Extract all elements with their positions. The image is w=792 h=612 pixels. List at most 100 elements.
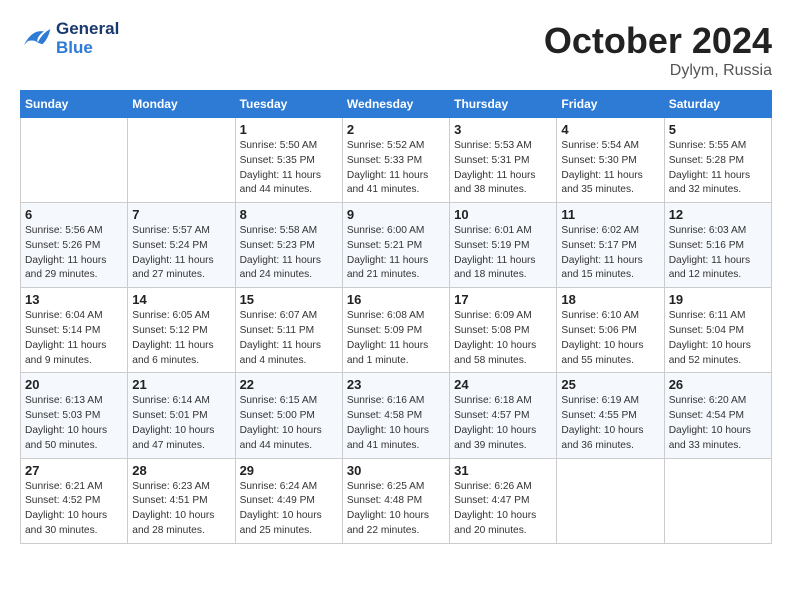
day-info: Sunrise: 6:16 AM Sunset: 4:58 PM Dayligh… [347,394,445,453]
day-info: Sunrise: 6:18 AM Sunset: 4:57 PM Dayligh… [454,394,552,453]
calendar-cell: 30 Sunrise: 6:25 AM Sunset: 4:48 PM Dayli… [342,458,449,543]
weekday-header: Saturday [664,91,771,118]
calendar-cell: 18 Sunrise: 6:10 AM Sunset: 5:06 PM Dayli… [557,288,664,373]
day-info: Sunrise: 6:21 AM Sunset: 4:52 PM Dayligh… [25,480,123,539]
calendar-cell: 13 Sunrise: 6:04 AM Sunset: 5:14 PM Dayli… [21,288,128,373]
day-number: 1 [240,122,338,137]
calendar-cell: 5Sunrise: 5:55 AM Sunset: 5:28 PM Daylig… [664,118,771,203]
weekday-header: Sunday [21,91,128,118]
day-info: Sunrise: 6:24 AM Sunset: 4:49 PM Dayligh… [240,480,338,539]
day-number: 9 [347,207,445,222]
day-info: Sunrise: 5:57 AM Sunset: 5:24 PM Dayligh… [132,224,230,283]
calendar-cell [664,458,771,543]
day-number: 23 [347,377,445,392]
day-info: Sunrise: 6:26 AM Sunset: 4:47 PM Dayligh… [454,480,552,539]
logo-text: General Blue [56,20,119,57]
day-number: 27 [25,463,123,478]
calendar-cell: 20 Sunrise: 6:13 AM Sunset: 5:03 PM Dayli… [21,373,128,458]
day-number: 21 [132,377,230,392]
day-info: Sunrise: 6:14 AM Sunset: 5:01 PM Dayligh… [132,394,230,453]
location-title: Dylym, Russia [544,62,772,80]
day-number: 20 [25,377,123,392]
logo-icon [20,25,52,53]
day-info: Sunrise: 5:50 AM Sunset: 5:35 PM Dayligh… [240,139,338,198]
day-info: Sunrise: 5:52 AM Sunset: 5:33 PM Dayligh… [347,139,445,198]
calendar-cell: 29Sunrise: 6:24 AM Sunset: 4:49 PM Dayli… [235,458,342,543]
day-number: 30 [347,463,445,478]
calendar-cell: 14 Sunrise: 6:05 AM Sunset: 5:12 PM Dayli… [128,288,235,373]
calendar-cell: 2 Sunrise: 5:52 AM Sunset: 5:33 PM Daylig… [342,118,449,203]
calendar-week-row: 27 Sunrise: 6:21 AM Sunset: 4:52 PM Dayli… [21,458,772,543]
calendar-cell: 15Sunrise: 6:07 AM Sunset: 5:11 PM Dayli… [235,288,342,373]
logo: General Blue [20,20,119,57]
calendar-cell: 23 Sunrise: 6:16 AM Sunset: 4:58 PM Dayli… [342,373,449,458]
calendar-cell: 24 Sunrise: 6:18 AM Sunset: 4:57 PM Dayli… [450,373,557,458]
day-number: 7 [132,207,230,222]
calendar-cell: 11Sunrise: 6:02 AM Sunset: 5:17 PM Dayli… [557,203,664,288]
weekday-header: Tuesday [235,91,342,118]
day-number: 2 [347,122,445,137]
calendar-cell: 9 Sunrise: 6:00 AM Sunset: 5:21 PM Daylig… [342,203,449,288]
calendar-cell: 8 Sunrise: 5:58 AM Sunset: 5:23 PM Daylig… [235,203,342,288]
day-number: 14 [132,292,230,307]
day-number: 3 [454,122,552,137]
day-number: 12 [669,207,767,222]
day-info: Sunrise: 6:15 AM Sunset: 5:00 PM Dayligh… [240,394,338,453]
day-number: 8 [240,207,338,222]
day-number: 10 [454,207,552,222]
day-info: Sunrise: 6:23 AM Sunset: 4:51 PM Dayligh… [132,480,230,539]
day-info: Sunrise: 5:53 AM Sunset: 5:31 PM Dayligh… [454,139,552,198]
calendar-cell: 27 Sunrise: 6:21 AM Sunset: 4:52 PM Dayli… [21,458,128,543]
calendar-cell: 19 Sunrise: 6:11 AM Sunset: 5:04 PM Dayli… [664,288,771,373]
day-info: Sunrise: 6:20 AM Sunset: 4:54 PM Dayligh… [669,394,767,453]
calendar-cell: 12Sunrise: 6:03 AM Sunset: 5:16 PM Dayli… [664,203,771,288]
day-info: Sunrise: 6:02 AM Sunset: 5:17 PM Dayligh… [561,224,659,283]
day-info: Sunrise: 5:58 AM Sunset: 5:23 PM Dayligh… [240,224,338,283]
calendar-cell: 7 Sunrise: 5:57 AM Sunset: 5:24 PM Daylig… [128,203,235,288]
day-info: Sunrise: 6:01 AM Sunset: 5:19 PM Dayligh… [454,224,552,283]
weekday-header: Wednesday [342,91,449,118]
day-number: 4 [561,122,659,137]
day-number: 22 [240,377,338,392]
calendar-cell: 4 Sunrise: 5:54 AM Sunset: 5:30 PM Daylig… [557,118,664,203]
day-number: 31 [454,463,552,478]
day-info: Sunrise: 6:04 AM Sunset: 5:14 PM Dayligh… [25,309,123,368]
calendar-week-row: 13 Sunrise: 6:04 AM Sunset: 5:14 PM Dayli… [21,288,772,373]
calendar-cell: 25Sunrise: 6:19 AM Sunset: 4:55 PM Dayli… [557,373,664,458]
weekday-header: Friday [557,91,664,118]
calendar-header-row: SundayMondayTuesdayWednesdayThursdayFrid… [21,91,772,118]
day-info: Sunrise: 6:11 AM Sunset: 5:04 PM Dayligh… [669,309,767,368]
day-number: 16 [347,292,445,307]
day-info: Sunrise: 6:10 AM Sunset: 5:06 PM Dayligh… [561,309,659,368]
day-info: Sunrise: 6:19 AM Sunset: 4:55 PM Dayligh… [561,394,659,453]
calendar-table: SundayMondayTuesdayWednesdayThursdayFrid… [20,90,772,544]
day-info: Sunrise: 5:54 AM Sunset: 5:30 PM Dayligh… [561,139,659,198]
day-info: Sunrise: 6:13 AM Sunset: 5:03 PM Dayligh… [25,394,123,453]
day-info: Sunrise: 5:56 AM Sunset: 5:26 PM Dayligh… [25,224,123,283]
page-header: General Blue October 2024 Dylym, Russia [20,20,772,80]
calendar-week-row: 20 Sunrise: 6:13 AM Sunset: 5:03 PM Dayli… [21,373,772,458]
calendar-cell [557,458,664,543]
day-number: 15 [240,292,338,307]
day-info: Sunrise: 6:08 AM Sunset: 5:09 PM Dayligh… [347,309,445,368]
calendar-cell: 21 Sunrise: 6:14 AM Sunset: 5:01 PM Dayli… [128,373,235,458]
day-info: Sunrise: 6:25 AM Sunset: 4:48 PM Dayligh… [347,480,445,539]
month-title: October 2024 [544,20,772,62]
calendar-cell: 22 Sunrise: 6:15 AM Sunset: 5:00 PM Dayli… [235,373,342,458]
calendar-cell: 3 Sunrise: 5:53 AM Sunset: 5:31 PM Daylig… [450,118,557,203]
calendar-cell: 16 Sunrise: 6:08 AM Sunset: 5:09 PM Dayli… [342,288,449,373]
day-number: 26 [669,377,767,392]
day-info: Sunrise: 6:05 AM Sunset: 5:12 PM Dayligh… [132,309,230,368]
calendar-cell: 1 Sunrise: 5:50 AM Sunset: 5:35 PM Daylig… [235,118,342,203]
day-info: Sunrise: 6:00 AM Sunset: 5:21 PM Dayligh… [347,224,445,283]
day-number: 19 [669,292,767,307]
calendar-cell: 26 Sunrise: 6:20 AM Sunset: 4:54 PM Dayli… [664,373,771,458]
day-number: 18 [561,292,659,307]
calendar-cell [21,118,128,203]
day-number: 13 [25,292,123,307]
title-block: October 2024 Dylym, Russia [544,20,772,80]
calendar-cell: 6Sunrise: 5:56 AM Sunset: 5:26 PM Daylig… [21,203,128,288]
day-number: 17 [454,292,552,307]
day-number: 24 [454,377,552,392]
calendar-cell [128,118,235,203]
